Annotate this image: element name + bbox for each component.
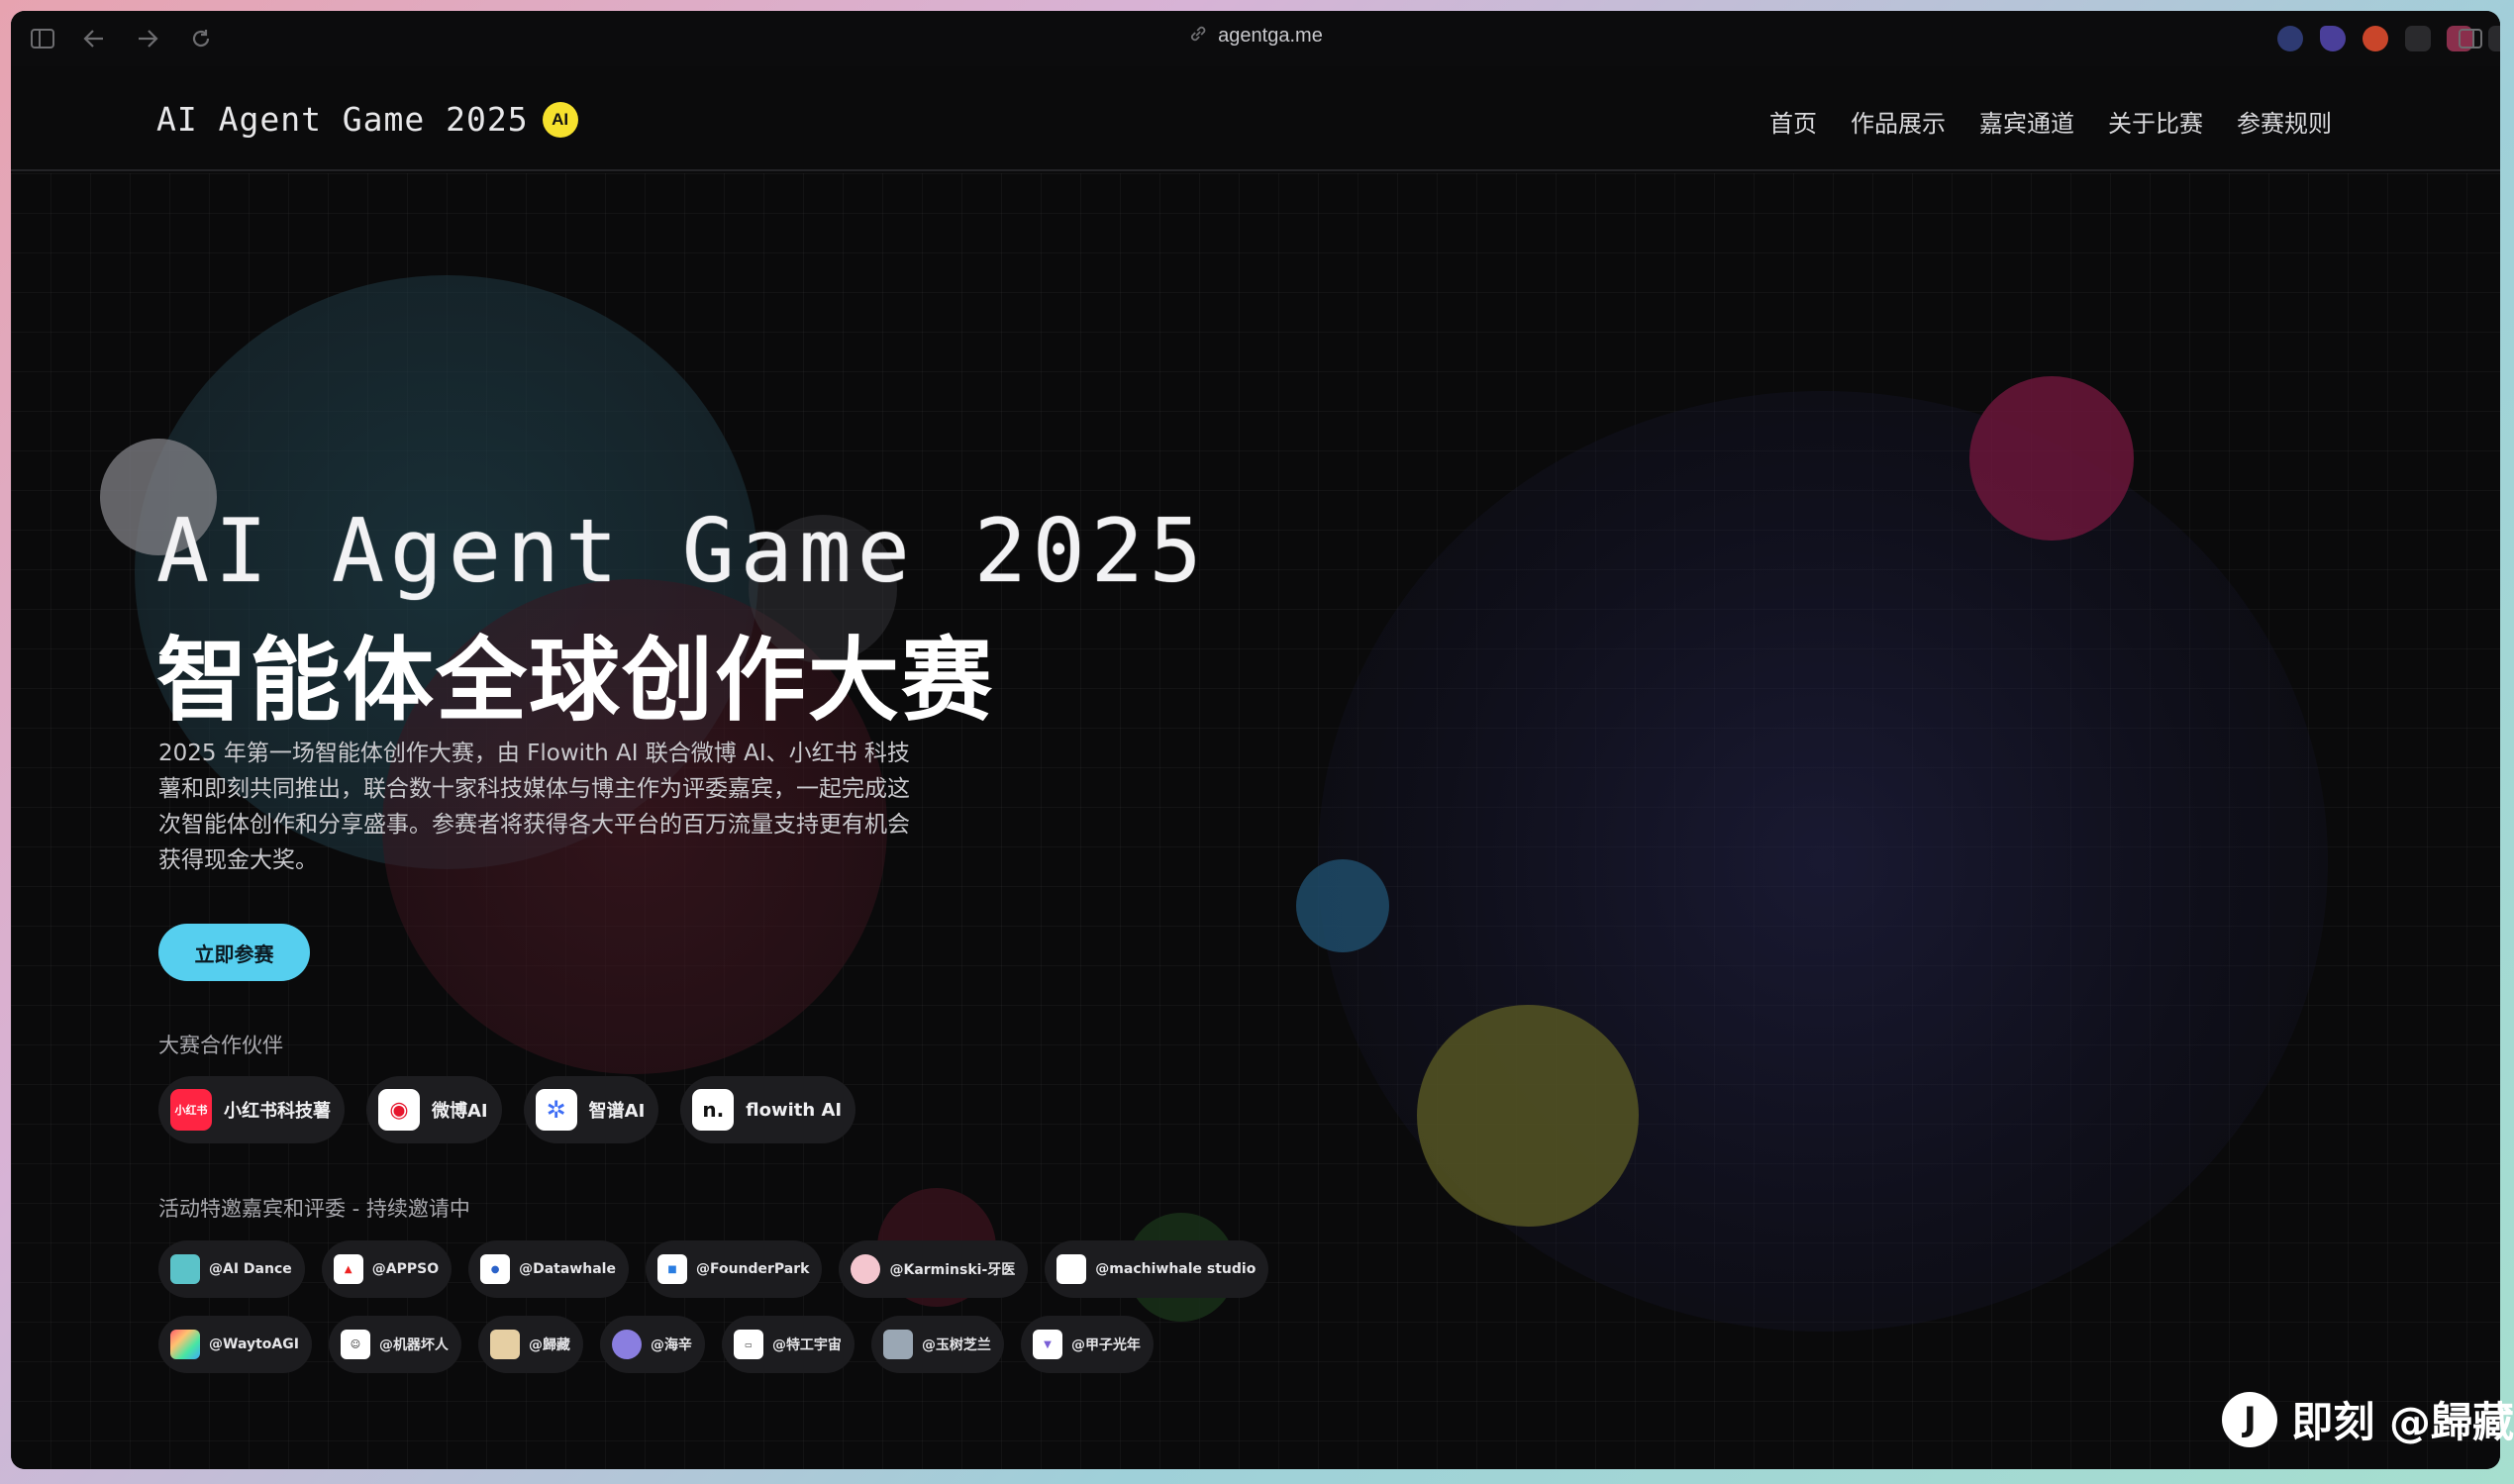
- avatar-icon: ●: [480, 1254, 511, 1284]
- add-extension-icon[interactable]: [2363, 26, 2388, 51]
- guest-name: @甲子光年: [1070, 1337, 1141, 1353]
- guest-yushuzhilan[interactable]: @玉树芝兰: [870, 1316, 1004, 1373]
- partners-list: 小红书 小红书科技薯 ◉ 微博AI ✲ 智谱AI n. flowith AI: [158, 1076, 856, 1143]
- top-navigation: 首页 作品展示 嘉宾通道 关于比赛 参赛规则: [1769, 104, 2332, 139]
- crystal-extension-icon[interactable]: [2320, 26, 2346, 51]
- guest-name: @AI Dance: [209, 1261, 292, 1277]
- watermark: J 即刻 @歸藏: [2222, 1389, 2514, 1449]
- guest-name: @APPSO: [371, 1261, 440, 1277]
- guest-waytoagi[interactable]: @WaytoAGI: [158, 1316, 312, 1373]
- chart-extension-icon[interactable]: [2405, 26, 2431, 51]
- partner-flowith[interactable]: n. flowith AI: [680, 1076, 856, 1143]
- watermark-text: 即刻 @歸藏: [2291, 1398, 2514, 1446]
- avatar-icon: [170, 1330, 200, 1359]
- guest-ai-dance[interactable]: @AI Dance: [158, 1240, 305, 1298]
- partner-xiaohongshu[interactable]: 小红书 小红书科技薯: [158, 1076, 345, 1143]
- nav-about[interactable]: 关于比赛: [2108, 104, 2203, 139]
- partner-name: 智谱AI: [588, 1101, 646, 1122]
- address-bar[interactable]: agentga.me: [1188, 24, 1323, 49]
- avatar-icon: [611, 1330, 642, 1359]
- avatar-icon: [851, 1254, 881, 1284]
- hero-title-english: AI Agent Game 2025: [156, 500, 1208, 602]
- sidebar-icon[interactable]: [29, 25, 56, 52]
- join-now-button[interactable]: 立即参赛: [158, 924, 310, 981]
- avatar-icon: [1056, 1254, 1087, 1284]
- guests-row-1: @AI Dance ▲ @APPSO ● @Datawhale ■ @FounderP…: [158, 1240, 1269, 1298]
- partner-name: 微博AI: [432, 1101, 488, 1122]
- guest-name: @海辛: [650, 1337, 692, 1353]
- hero-title-chinese: 智能体全球创作大赛: [156, 628, 995, 734]
- brand-logo[interactable]: AI Agent Game 2025 AI: [156, 100, 578, 139]
- guest-name: @特工宇宙: [771, 1337, 842, 1353]
- avatar-icon: ☺: [340, 1330, 370, 1359]
- xiaohongshu-logo-icon: 小红书: [170, 1089, 212, 1131]
- site-header: AI Agent Game 2025 AI 首页 作品展示 嘉宾通道 关于比赛 …: [11, 66, 2500, 171]
- hero-section: AI Agent Game 2025 智能体全球创作大赛 2025 年第一场智能…: [11, 173, 2500, 1469]
- avatar-icon: [882, 1330, 913, 1359]
- nav-guests[interactable]: 嘉宾通道: [1979, 104, 2074, 139]
- reader-extension-icon[interactable]: [2488, 26, 2500, 51]
- reload-icon[interactable]: [187, 25, 215, 52]
- link-icon: [1188, 24, 1208, 49]
- guest-karminski[interactable]: @Karminski-牙医: [839, 1240, 1029, 1298]
- partner-name: flowith AI: [746, 1099, 843, 1121]
- decorative-blob-blue: [1296, 859, 1389, 952]
- nav-home[interactable]: 首页: [1769, 104, 1817, 139]
- brand-text: AI Agent Game 2025: [156, 100, 529, 139]
- partner-weibo[interactable]: ◉ 微博AI: [366, 1076, 502, 1143]
- guest-machiwhale[interactable]: @machiwhale studio: [1045, 1240, 1269, 1298]
- guest-tegongyuzhou[interactable]: ▭ @特工宇宙: [721, 1316, 855, 1373]
- partner-name: 小红书科技薯: [224, 1101, 331, 1122]
- guest-name: @玉树芝兰: [921, 1337, 991, 1353]
- avatar-icon: ▲: [333, 1254, 363, 1284]
- guest-name: @Karminski-牙医: [889, 1262, 1016, 1278]
- hero-description: 2025 年第一场智能体创作大赛，由 Flowith AI 联合微博 AI、小红…: [158, 741, 910, 873]
- ai-badge: AI: [542, 101, 578, 138]
- guest-founderpark[interactable]: ■ @FounderPark: [645, 1240, 823, 1298]
- split-view-icon[interactable]: [2457, 25, 2484, 52]
- guest-jiaziguangnian[interactable]: ▼ @甲子光年: [1020, 1316, 1154, 1373]
- guest-name: @FounderPark: [695, 1261, 810, 1277]
- guest-guizang[interactable]: @歸藏: [477, 1316, 583, 1373]
- avatar-icon: ▭: [733, 1330, 763, 1359]
- url-text: agentga.me: [1218, 25, 1323, 47]
- forward-icon[interactable]: [134, 25, 161, 52]
- avatar-icon: [170, 1254, 200, 1284]
- guests-label: 活动特邀嘉宾和评委 - 持续邀请中: [158, 1197, 470, 1221]
- guest-name: @machiwhale studio: [1095, 1261, 1257, 1277]
- guest-name: @歸藏: [528, 1337, 570, 1353]
- guest-haixin[interactable]: @海辛: [599, 1316, 705, 1373]
- partner-zhipu[interactable]: ✲ 智谱AI: [523, 1076, 659, 1143]
- flowith-logo-icon: n.: [692, 1089, 735, 1131]
- zhipu-logo-icon: ✲: [535, 1089, 577, 1131]
- password-extension-icon[interactable]: [2277, 26, 2303, 51]
- guest-name: @Datawhale: [519, 1261, 616, 1277]
- guest-name: @WaytoAGI: [209, 1336, 299, 1352]
- avatar-icon: ▼: [1032, 1330, 1062, 1359]
- avatar-icon: ■: [656, 1254, 687, 1284]
- browser-toolbar: agentga.me: [11, 11, 2500, 66]
- guests-row-2: @WaytoAGI ☺ @机器坏人 @歸藏 @海辛 ▭ @特工宇宙 @玉树芝兰 ▼ @…: [158, 1316, 1154, 1373]
- nav-showcase[interactable]: 作品展示: [1851, 104, 1946, 139]
- weibo-logo-icon: ◉: [378, 1089, 420, 1131]
- avatar-icon: [489, 1330, 520, 1359]
- decorative-blob-pink: [1969, 376, 2134, 541]
- back-icon[interactable]: [80, 25, 108, 52]
- nav-rules[interactable]: 参赛规则: [2237, 104, 2332, 139]
- jike-logo-icon: J: [2222, 1391, 2278, 1447]
- decorative-blob-olive: [1417, 1005, 1639, 1227]
- partners-label: 大赛合作伙伴: [158, 1034, 283, 1057]
- guest-datawhale[interactable]: ● @Datawhale: [468, 1240, 629, 1298]
- guest-appso[interactable]: ▲ @APPSO: [321, 1240, 453, 1298]
- browser-window: agentga.me AI Agent Game 2025 AI 首页 作品展示…: [11, 11, 2500, 1469]
- guest-name: @机器坏人: [378, 1337, 449, 1353]
- guest-jiqihuairen[interactable]: ☺ @机器坏人: [328, 1316, 461, 1373]
